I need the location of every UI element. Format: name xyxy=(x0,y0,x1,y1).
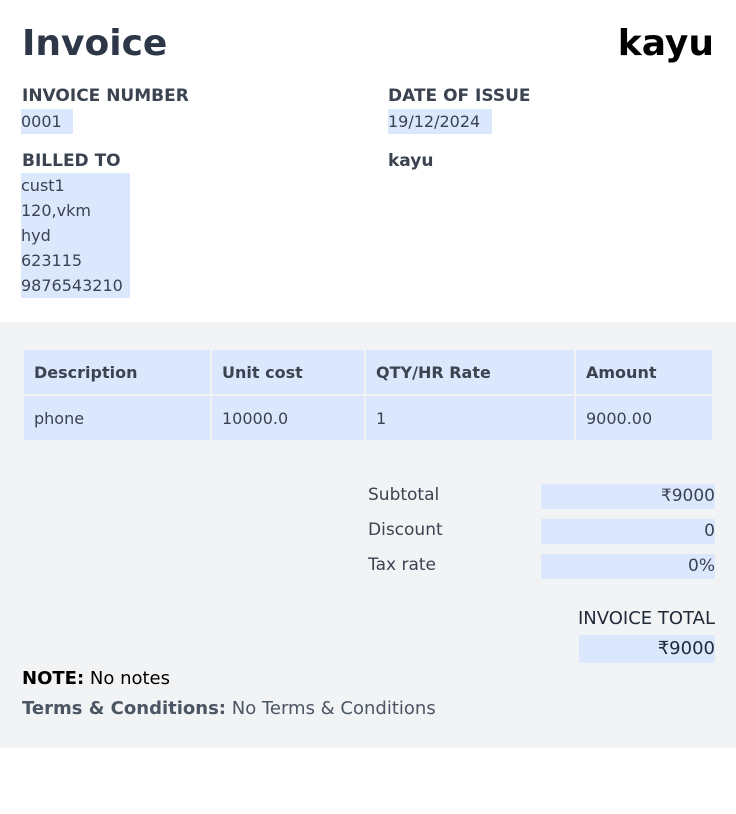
note-label: NOTE: xyxy=(22,668,85,689)
invoice-number-field[interactable]: 0001 xyxy=(21,109,73,134)
discount-label: Discount xyxy=(368,520,443,540)
terms-value[interactable]: No Terms & Conditions xyxy=(232,698,436,719)
note-line: NOTE: No notes xyxy=(22,668,170,689)
column-header-description: Description xyxy=(24,350,210,394)
billed-to-line: cust1 xyxy=(21,176,65,195)
billed-to-line: 623115 xyxy=(21,251,83,270)
items-table: Description Unit cost QTY/HR Rate Amount… xyxy=(22,348,714,442)
invoice-page: Invoice kayu INVOICE NUMBER 0001 DATE OF… xyxy=(0,0,736,814)
cell-amount[interactable]: 9000.00 xyxy=(576,396,712,440)
items-section: Description Unit cost QTY/HR Rate Amount… xyxy=(0,322,736,748)
terms-line: Terms & Conditions: No Terms & Condition… xyxy=(22,698,436,719)
table-row: phone 10000.0 1 9000.00 xyxy=(24,396,712,440)
subtotal-label: Subtotal xyxy=(368,485,440,505)
note-value[interactable]: No notes xyxy=(90,668,170,689)
column-header-amount: Amount xyxy=(576,350,712,394)
from-name: kayu xyxy=(388,151,434,171)
date-of-issue-field[interactable]: 19/12/2024 xyxy=(388,109,492,134)
invoice-number-label: INVOICE NUMBER xyxy=(22,86,189,106)
billed-to-label: BILLED TO xyxy=(22,151,121,171)
invoice-total-value[interactable]: ₹9000 xyxy=(579,635,715,663)
invoice-title: Invoice xyxy=(22,23,168,64)
invoice-total-label: INVOICE TOTAL xyxy=(577,608,715,629)
company-brand: kayu xyxy=(617,23,714,64)
cell-description[interactable]: phone xyxy=(24,396,210,440)
terms-label: Terms & Conditions: xyxy=(22,698,226,719)
table-header-row: Description Unit cost QTY/HR Rate Amount xyxy=(24,350,712,394)
billed-to-line: hyd xyxy=(21,226,51,245)
column-header-qty: QTY/HR Rate xyxy=(366,350,574,394)
billed-to-line: 9876543210 xyxy=(21,276,123,295)
discount-value[interactable]: 0 xyxy=(541,519,715,544)
tax-rate-label: Tax rate xyxy=(368,555,436,575)
billed-to-line: 120,vkm xyxy=(21,201,91,220)
subtotal-value[interactable]: ₹9000 xyxy=(541,484,715,509)
column-header-unit-cost: Unit cost xyxy=(212,350,364,394)
cell-qty[interactable]: 1 xyxy=(366,396,574,440)
tax-rate-value[interactable]: 0% xyxy=(541,554,715,579)
cell-unit-cost[interactable]: 10000.0 xyxy=(212,396,364,440)
date-of-issue-label: DATE OF ISSUE xyxy=(388,86,531,106)
billed-to-field[interactable]: cust1 120,vkm hyd 623115 9876543210 xyxy=(21,173,130,298)
